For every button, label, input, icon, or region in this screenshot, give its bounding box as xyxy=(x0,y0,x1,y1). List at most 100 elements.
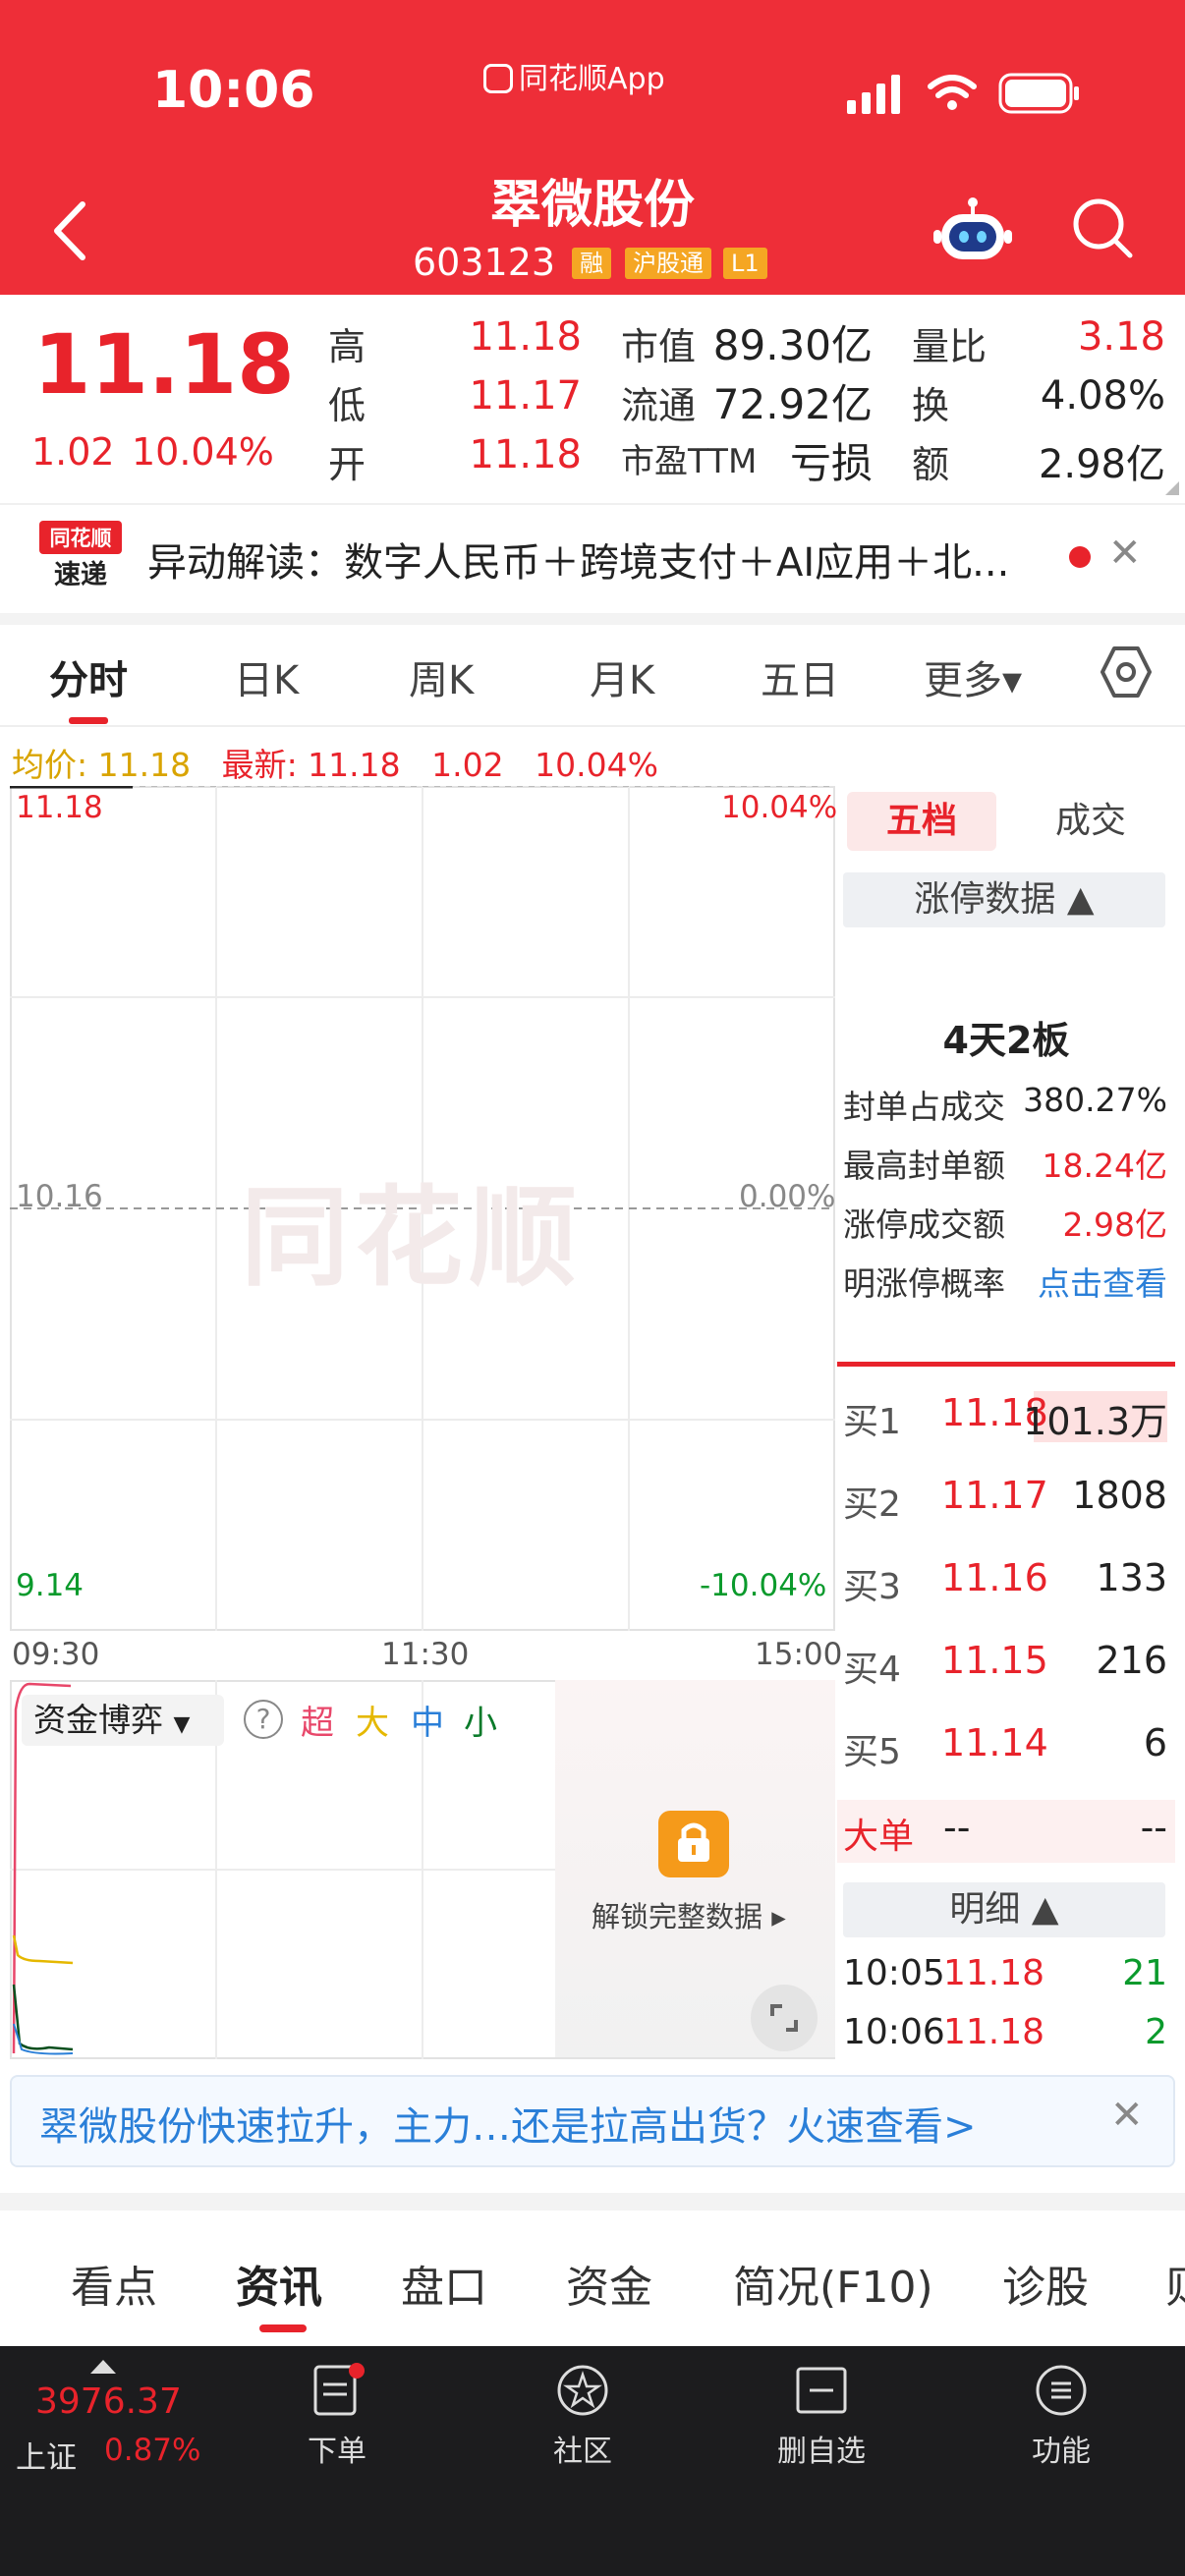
value-turnover: 4.08% xyxy=(1040,373,1165,419)
tab-monthly-k[interactable]: 月K xyxy=(590,648,654,705)
axis-price-mid: 10.16 xyxy=(16,1179,103,1214)
nav-community[interactable]: 社区 xyxy=(504,2427,661,2470)
tab-weekly-k[interactable]: 周K xyxy=(409,648,474,705)
last-price: 11.18 xyxy=(33,316,295,413)
latest-change: 1.02 xyxy=(431,746,504,784)
bid2-price: 11.17 xyxy=(941,1474,1048,1517)
bid1-volume: 101.3万 xyxy=(1023,1400,1167,1443)
unlock-full-data-button[interactable]: 解锁完整数据 ▸ xyxy=(592,1894,786,1935)
chart-settings-icon[interactable] xyxy=(1099,644,1154,700)
bid3-price: 11.16 xyxy=(941,1556,1048,1599)
signal-icon xyxy=(847,75,900,114)
expand-up-icon[interactable] xyxy=(90,2358,116,2374)
tab-diagnosis[interactable]: 诊股 xyxy=(1002,2252,1089,2315)
watermark-logo: 同花顺 xyxy=(241,1175,583,1301)
seal-ratio-label: 封单占成交 xyxy=(843,1088,1005,1126)
caret-down-icon: ▼ xyxy=(173,1712,191,1737)
axis-pct-mid: 0.00% xyxy=(739,1179,836,1214)
app-label: 同花顺App xyxy=(483,54,665,97)
expand-icon[interactable] xyxy=(751,1985,818,2051)
big-order-label: 大单 xyxy=(843,1817,915,1857)
divider xyxy=(0,2193,1185,2211)
value-low: 11.17 xyxy=(469,373,582,419)
promo-text[interactable]: 翠微股份快速拉升，主力…还是拉高出货？火速查看> xyxy=(39,2095,977,2152)
app-logo-icon xyxy=(483,64,513,93)
tab-daily-k[interactable]: 日K xyxy=(234,648,299,705)
remove-watchlist-icon[interactable] xyxy=(794,2363,849,2418)
label-market-cap: 市值 xyxy=(621,325,697,368)
alert-text[interactable]: 异动解读：数字人民币＋跨境支付＋AI应用＋北... xyxy=(147,531,1032,588)
seal-ratio-value: 380.27% xyxy=(1023,1081,1167,1119)
index-value[interactable]: 3976.37 xyxy=(35,2381,182,2422)
alert-close-button[interactable]: ✕ xyxy=(1108,531,1142,576)
tab-order-book[interactable]: 盘口 xyxy=(401,2252,487,2315)
tab-highlights[interactable]: 看点 xyxy=(71,2252,157,2315)
bid3-label: 买3 xyxy=(843,1567,901,1607)
max-seal-value: 18.24亿 xyxy=(1042,1147,1167,1185)
legend-large: 大 xyxy=(356,1704,389,1743)
tab-news[interactable]: 资讯 xyxy=(236,2252,322,2315)
active-tab-indicator xyxy=(69,717,108,724)
tab-five-day[interactable]: 五日 xyxy=(761,648,839,705)
bid3-volume: 133 xyxy=(1096,1556,1167,1599)
divider xyxy=(0,613,1185,625)
active-tab-indicator xyxy=(259,2324,307,2332)
search-icon[interactable] xyxy=(1071,196,1134,259)
axis-price-bottom: 9.14 xyxy=(16,1568,85,1603)
trade-volume: 2 xyxy=(1145,2012,1167,2052)
label-pe: 市盈TTM xyxy=(621,442,758,481)
time-start: 09:30 xyxy=(12,1637,100,1672)
tab-trades[interactable]: 成交 xyxy=(1012,792,1169,851)
tab-five-levels[interactable]: 五档 xyxy=(847,792,996,851)
limit-up-data-toggle[interactable]: 涨停数据 ▲ xyxy=(843,872,1165,927)
nav-order[interactable]: 下单 xyxy=(258,2427,416,2470)
status-time: 10:06 xyxy=(152,61,315,120)
nav-functions[interactable]: 功能 xyxy=(983,2427,1140,2470)
tag-level: L1 xyxy=(723,248,767,279)
axis-price-top: 11.18 xyxy=(16,790,103,825)
trade-time: 10:06 xyxy=(843,2012,945,2052)
trade-volume: 21 xyxy=(1122,1953,1167,1993)
menu-icon[interactable] xyxy=(1034,2363,1089,2418)
nav-remove-watchlist[interactable]: 删自选 xyxy=(743,2427,900,2470)
bid2-label: 买2 xyxy=(843,1484,901,1525)
tab-overflow[interactable]: 则 xyxy=(1165,2252,1185,2315)
limit-prob-link[interactable]: 点击查看 xyxy=(1038,1258,1167,1305)
order-icon[interactable] xyxy=(310,2363,365,2418)
lock-icon[interactable] xyxy=(658,1811,729,1877)
tab-funds[interactable]: 资金 xyxy=(566,2252,652,2315)
max-seal-label: 最高封单额 xyxy=(843,1147,1005,1185)
robot-assistant-icon[interactable] xyxy=(933,196,1012,265)
tab-intraday[interactable]: 分时 xyxy=(49,648,128,705)
svg-text:速递: 速递 xyxy=(54,559,107,590)
label-turnover: 换 xyxy=(912,384,950,427)
bid5-price: 11.14 xyxy=(941,1721,1048,1764)
axis-pct-bottom: -10.04% xyxy=(700,1568,827,1603)
tab-f10[interactable]: 简况(F10) xyxy=(733,2252,933,2315)
unread-dot xyxy=(1069,546,1091,568)
divider xyxy=(0,725,1185,727)
label-float-cap: 流通 xyxy=(621,384,697,427)
value-float-cap: 72.92亿 xyxy=(712,380,873,428)
help-icon[interactable]: ? xyxy=(244,1700,283,1739)
community-icon[interactable] xyxy=(555,2363,610,2418)
bid4-label: 买4 xyxy=(843,1650,901,1690)
bid4-price: 11.15 xyxy=(941,1639,1048,1682)
limit-turnover-value: 2.98亿 xyxy=(1062,1205,1167,1244)
funds-type-select[interactable]: 资金博弈 ▼ xyxy=(22,1695,224,1746)
avg-price: 均价: 11.18 xyxy=(12,746,192,784)
bid5-volume: 6 xyxy=(1143,1721,1167,1764)
latest-price: 最新: 11.18 xyxy=(221,746,401,784)
bid4-volume: 216 xyxy=(1096,1639,1167,1682)
big-order-v2: -- xyxy=(1140,1806,1167,1849)
value-open: 11.18 xyxy=(469,432,582,477)
promo-close-button[interactable]: ✕ xyxy=(1110,2093,1144,2138)
detail-toggle[interactable]: 明细 ▲ xyxy=(843,1882,1165,1937)
bid1-label: 买1 xyxy=(843,1402,901,1442)
value-volume-ratio: 3.18 xyxy=(1077,314,1165,360)
wifi-icon xyxy=(928,75,977,110)
price-info-line: 均价: 11.18 最新: 11.18 1.02 10.04% xyxy=(12,739,658,786)
ths-express-logo: 同花顺 速递 xyxy=(39,521,122,590)
tab-more[interactable]: 更多▾ xyxy=(924,648,1022,705)
limit-up-streak: 4天2板 xyxy=(942,1019,1070,1062)
